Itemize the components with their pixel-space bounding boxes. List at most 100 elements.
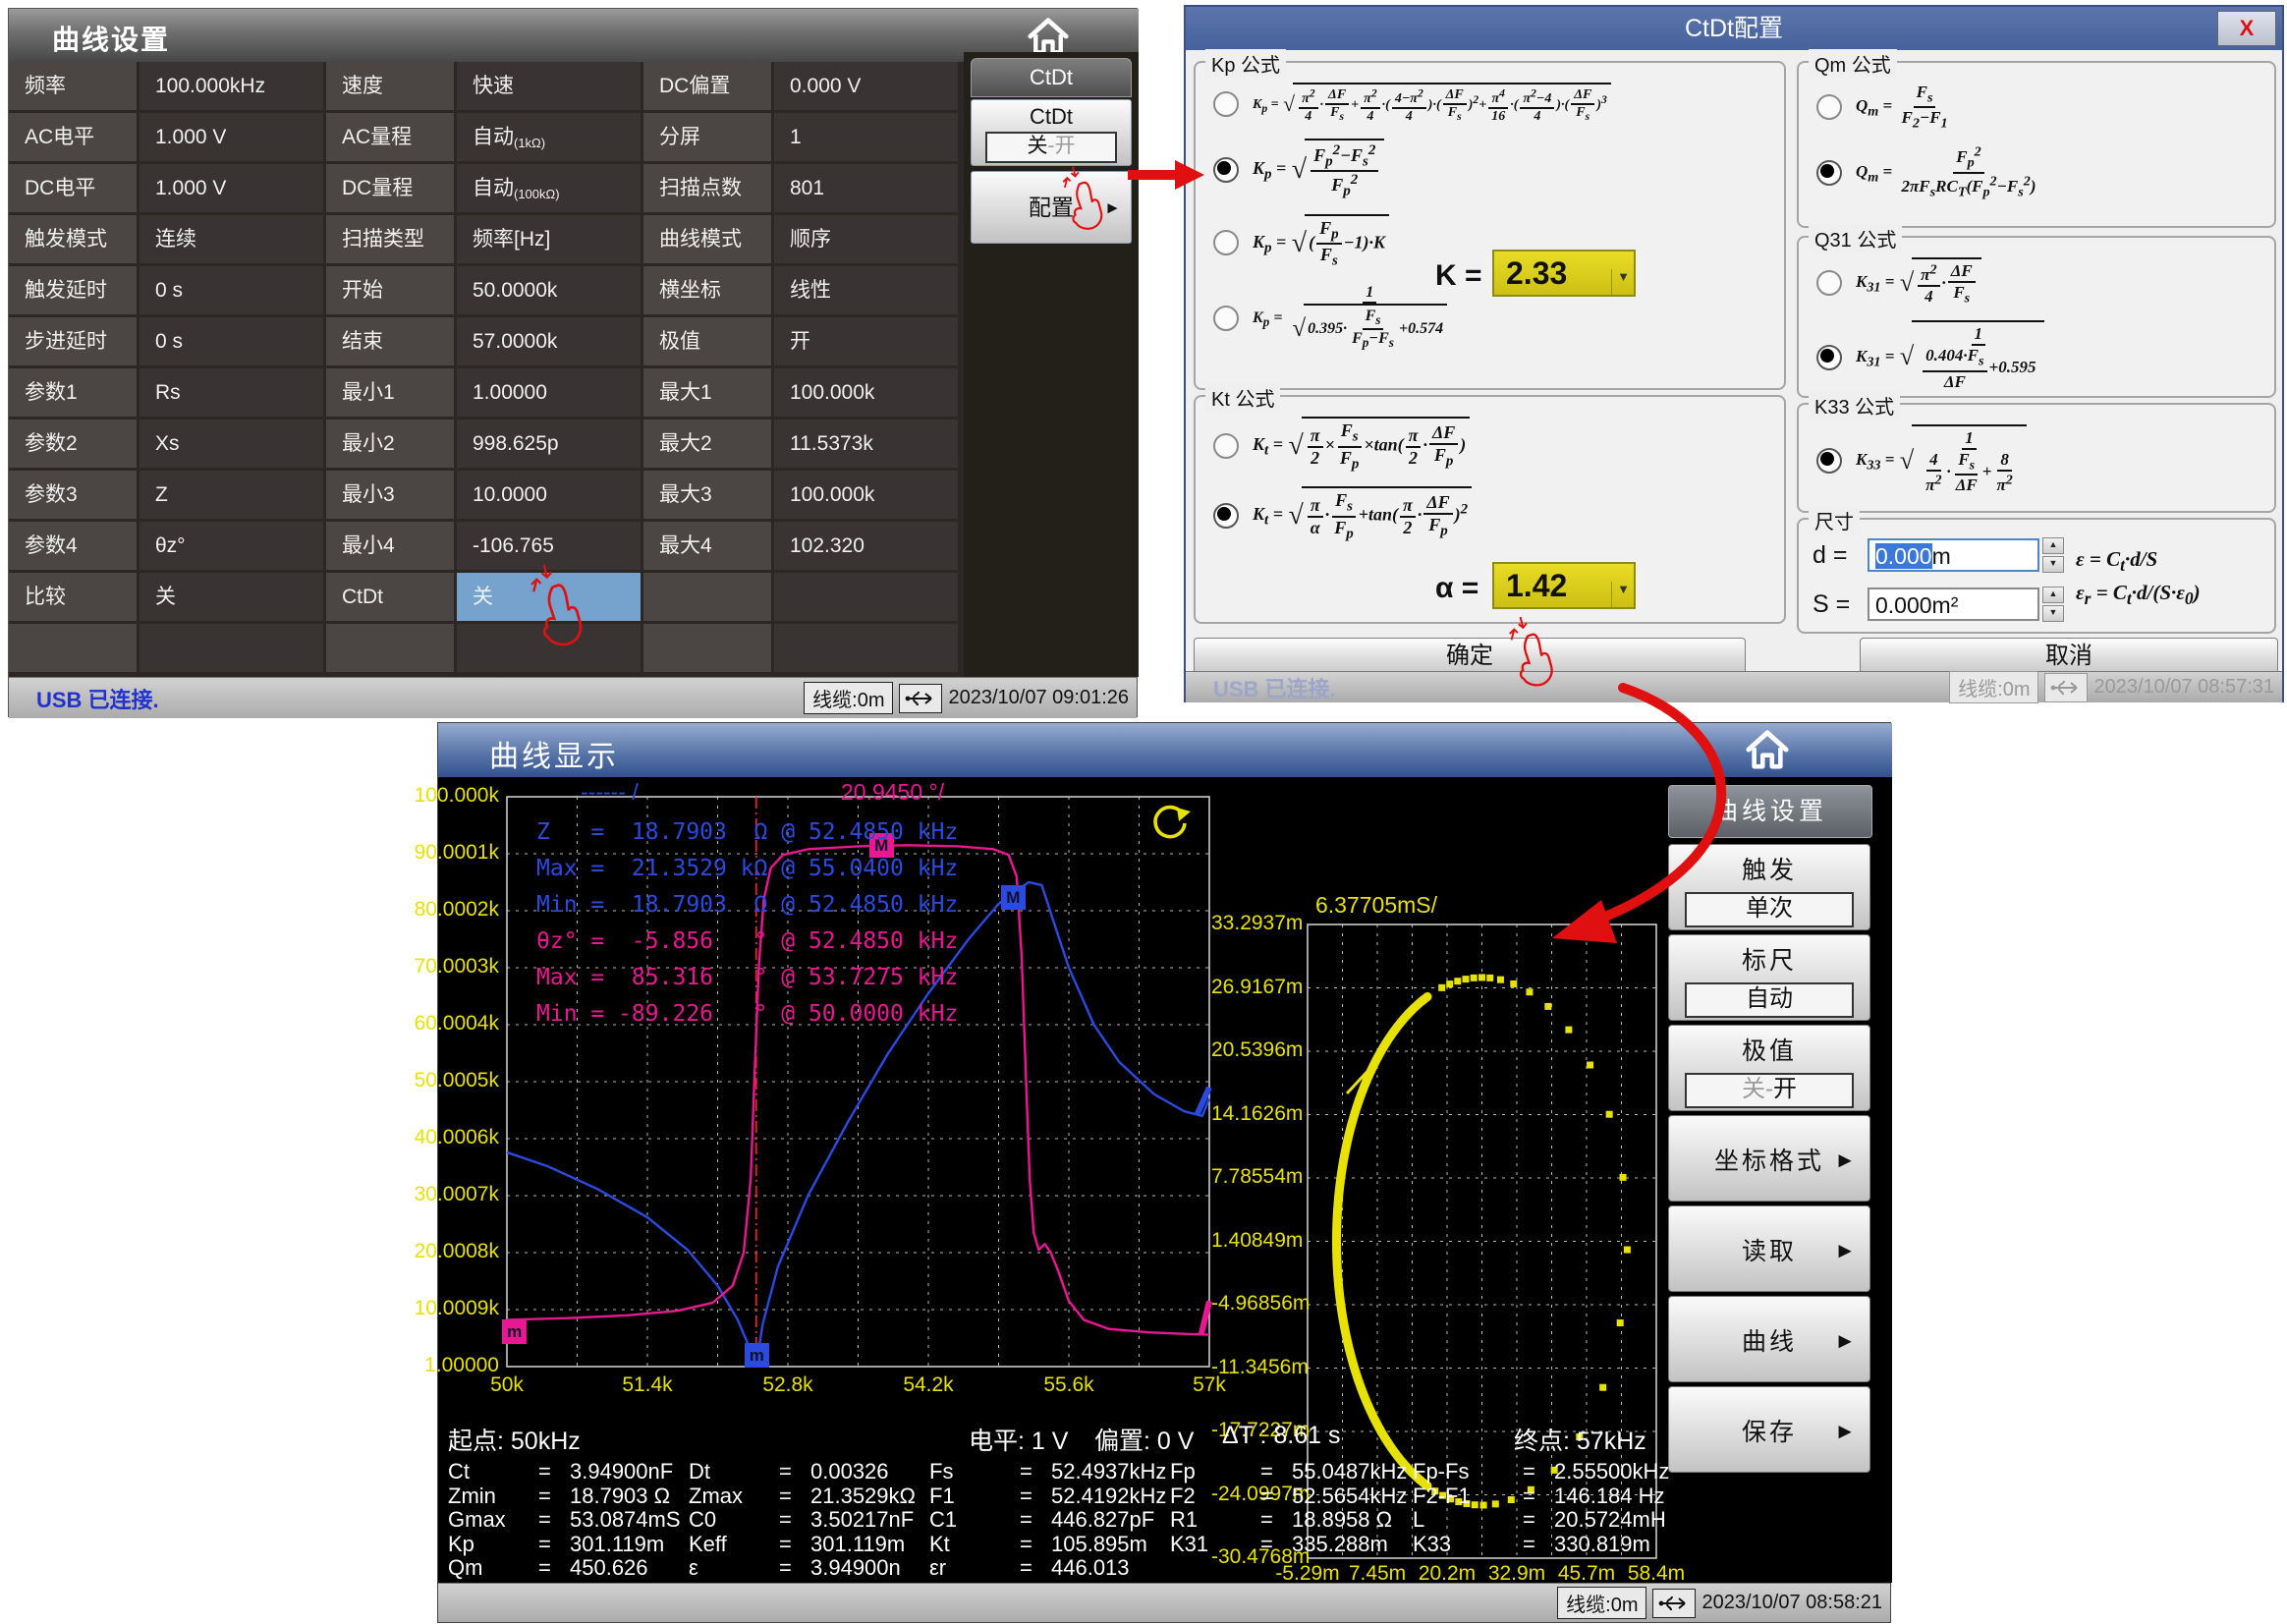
- alpha-const-dropdown[interactable]: 1.42▼: [1492, 562, 1636, 609]
- radio-button[interactable]: [1816, 94, 1842, 120]
- setting-label: 曲线模式: [643, 215, 771, 263]
- setting-value[interactable]: Z: [139, 471, 323, 519]
- setting-label: 开始: [326, 266, 454, 314]
- setting-value[interactable]: 线性: [774, 266, 958, 314]
- dropdown-arrow-icon: ▼: [1611, 269, 1630, 295]
- result-item: εr=446.013: [929, 1555, 1130, 1581]
- home-icon[interactable]: [1027, 17, 1070, 56]
- setting-value[interactable]: 57.0000k: [457, 317, 641, 365]
- setting-value[interactable]: 开: [774, 317, 958, 365]
- sidebar-button-7[interactable]: 保存►: [1668, 1386, 1870, 1473]
- setting-value[interactable]: 频率[Hz]: [457, 215, 641, 263]
- setting-value[interactable]: 998.625p: [457, 420, 641, 468]
- formula-option: Kt = √πα·FsFp+tan(π2·ΔFFp)2: [1213, 486, 1780, 544]
- readout-line: Max = 21.3529 kΩ @ 55.0400 kHz: [536, 851, 958, 887]
- setting-value[interactable]: Xs: [139, 420, 323, 468]
- result-item: F2=52.5654kHz: [1170, 1484, 1407, 1509]
- sidebar-button-3[interactable]: 极值关-开: [1668, 1025, 1870, 1111]
- setting-label: [9, 624, 137, 672]
- radio-button[interactable]: [1213, 230, 1239, 255]
- sidebar-button-6[interactable]: 曲线►: [1668, 1296, 1870, 1382]
- sidebar-button-2[interactable]: 标尺自动: [1668, 934, 1870, 1021]
- setting-value[interactable]: 自动(1kΩ): [457, 113, 641, 161]
- setting-value[interactable]: 11.5373k: [774, 420, 958, 468]
- series1-scale-label: ------ /: [581, 779, 639, 806]
- submenu-arrow-icon: ►: [1834, 1149, 1856, 1171]
- radio-button[interactable]: [1816, 160, 1842, 186]
- sweep-start: 起点: 50kHz: [448, 1422, 581, 1457]
- setting-value[interactable]: 关: [457, 573, 641, 621]
- d-spinner[interactable]: ▲▼: [2042, 537, 2064, 573]
- readout-line: Min = -89.226 ° @ 50.0000 kHz: [536, 996, 958, 1033]
- sidebar-button-4[interactable]: 坐标格式►: [1668, 1115, 1870, 1202]
- result-item: F1=52.4192kHz: [929, 1484, 1166, 1509]
- setting-value[interactable]: 102.320: [774, 522, 958, 570]
- setting-value[interactable]: 1.00000: [457, 368, 641, 417]
- setting-value[interactable]: [774, 573, 958, 621]
- setting-value[interactable]: 1: [774, 113, 958, 161]
- setting-value[interactable]: [457, 624, 641, 672]
- radio-button[interactable]: [1213, 91, 1239, 117]
- s-spinner[interactable]: ▲▼: [2042, 587, 2064, 622]
- radio-button[interactable]: [1213, 503, 1239, 529]
- sidebar-header-curve-settings[interactable]: 曲线设置: [1668, 785, 1872, 838]
- setting-value[interactable]: 10.0000: [457, 471, 641, 519]
- ctdt-config-button[interactable]: 配置 ►: [971, 171, 1132, 244]
- setting-value[interactable]: 0 s: [139, 317, 323, 365]
- close-icon[interactable]: X: [2217, 11, 2276, 46]
- result-item: Dt=0.00326: [689, 1459, 889, 1484]
- qm-formula-group: Qm 公式 Qm = FsF2−F1Qm = Fp22πFsRCT(Fp2−Fs…: [1797, 61, 2276, 228]
- radio-button[interactable]: [1816, 448, 1842, 474]
- q31-options: K31 = √π24·ΔFFsK31 = √10.404·FsΔF+0.595: [1803, 248, 2270, 406]
- k-const-dropdown[interactable]: 2.33▼: [1492, 250, 1636, 297]
- setting-value[interactable]: 100.000kHz: [139, 62, 323, 110]
- curve-display-sidebar: 曲线设置 触发单次标尺自动极值关-开坐标格式►读取►曲线►保存►: [1668, 785, 1870, 1571]
- y-tick-label: 100.000k: [411, 784, 499, 808]
- setting-value[interactable]: 50.0000k: [457, 266, 641, 314]
- setting-label: 速度: [326, 62, 454, 110]
- sidebar-button-1[interactable]: 触发单次: [1668, 844, 1870, 930]
- setting-value[interactable]: 100.000k: [774, 368, 958, 417]
- setting-value[interactable]: 100.000k: [774, 471, 958, 519]
- sidebar-button-label: 触发: [1669, 851, 1869, 886]
- setting-value[interactable]: 1.000 V: [139, 113, 323, 161]
- result-item: Fs=52.4937kHz: [929, 1459, 1166, 1484]
- usb-status-text: USB 已连接.: [36, 683, 159, 714]
- y-tick-label: 26.9167m: [1211, 976, 1300, 999]
- setting-value[interactable]: [774, 624, 958, 672]
- epsilon-r-formula: εr = Ct·d/(S·ε0): [2076, 581, 2201, 609]
- radio-button[interactable]: [1213, 433, 1239, 459]
- setting-label: 参数2: [9, 420, 137, 468]
- formula-option: Kp = √Fp2−Fs2Fp2: [1213, 139, 1780, 202]
- home-icon[interactable]: [1745, 729, 1790, 770]
- ctdt-toggle-button[interactable]: CtDt 关-开: [971, 99, 1132, 166]
- formula-option: Kp = √π24·ΔFFs+π24·(4−π24)·(ΔFFs)2+π416·…: [1213, 83, 1780, 127]
- setting-value[interactable]: -106.765: [457, 522, 641, 570]
- setting-label: [643, 573, 771, 621]
- ctdt-toggle-label: CtDt: [972, 104, 1131, 130]
- sidebar-button-5[interactable]: 读取►: [1668, 1205, 1870, 1292]
- radio-button[interactable]: [1816, 345, 1842, 370]
- setting-value[interactable]: [139, 624, 323, 672]
- setting-value[interactable]: 连续: [139, 215, 323, 263]
- setting-value[interactable]: 1.000 V: [139, 164, 323, 212]
- setting-value[interactable]: 关: [139, 573, 323, 621]
- radio-button[interactable]: [1213, 306, 1239, 331]
- sidebar-button-label: 极值: [1669, 1032, 1869, 1067]
- setting-value[interactable]: 自动(100kΩ): [457, 164, 641, 212]
- setting-value[interactable]: θz°: [139, 522, 323, 570]
- formula-option: Qm = Fp22πFsRCT(Fp2−Fs2): [1816, 144, 2270, 201]
- setting-label: [643, 624, 771, 672]
- setting-value[interactable]: 顺序: [774, 215, 958, 263]
- d-input[interactable]: 0.000m: [1868, 538, 2039, 572]
- s-input[interactable]: 0.000m²: [1868, 588, 2039, 621]
- radio-button[interactable]: [1213, 157, 1239, 183]
- setting-value[interactable]: 801: [774, 164, 958, 212]
- radio-button[interactable]: [1816, 270, 1842, 296]
- setting-value[interactable]: Rs: [139, 368, 323, 417]
- setting-value[interactable]: 0 s: [139, 266, 323, 314]
- setting-value[interactable]: 0.000 V: [774, 62, 958, 110]
- readout-line: Max = 85.316 ° @ 53.7275 kHz: [536, 960, 958, 996]
- q31-formula-group: Q31 公式 K31 = √π24·ΔFFsK31 = √10.404·FsΔF…: [1797, 236, 2276, 398]
- setting-value[interactable]: 快速: [457, 62, 641, 110]
